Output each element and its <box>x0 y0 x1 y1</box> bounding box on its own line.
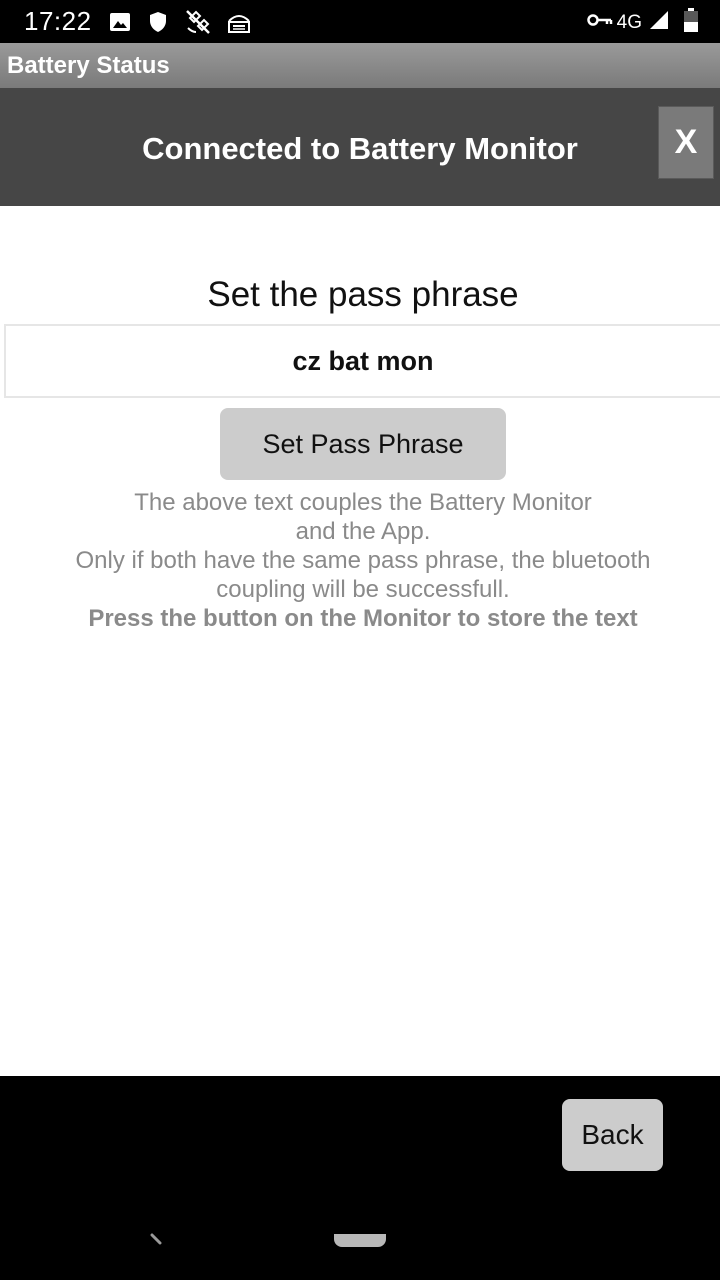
network-type: 4G <box>616 11 642 33</box>
info-line: and the App. <box>295 518 431 545</box>
status-bar: 17:22 4G <box>0 0 720 43</box>
info-line: The above text couples the Battery Monit… <box>134 489 592 516</box>
status-right: 4G <box>586 8 698 37</box>
satellite-off-icon <box>184 8 212 41</box>
app-titlebar: Battery Status <box>0 43 720 88</box>
nav-home-icon[interactable] <box>334 1234 386 1247</box>
connection-header: Connected to Battery Monitor <box>0 88 720 206</box>
ethernet-icon <box>226 9 252 40</box>
image-icon <box>108 10 132 39</box>
signal-icon <box>648 9 670 36</box>
close-button[interactable]: X <box>658 106 714 179</box>
nav-back-icon[interactable] <box>150 1232 162 1245</box>
passphrase-heading: Set the pass phrase <box>207 275 519 314</box>
connection-title: Connected to Battery Monitor <box>142 131 578 166</box>
passphrase-input[interactable]: cz bat mon <box>4 324 720 398</box>
back-button[interactable]: Back <box>562 1099 663 1171</box>
info-line: coupling will be successfull. <box>216 576 510 603</box>
info-instruction: Press the button on the Monitor to store… <box>88 605 638 632</box>
app-title: Battery Status <box>7 52 170 79</box>
battery-icon <box>684 8 698 37</box>
screen: 17:22 4G Battery Status Connected to Bat… <box>0 0 720 1280</box>
info-text: The above text couples the Battery Monit… <box>0 488 720 633</box>
status-left-icons <box>108 8 252 41</box>
shield-icon <box>146 10 170 39</box>
set-passphrase-button[interactable]: Set Pass Phrase <box>220 408 506 480</box>
info-line: Only if both have the same pass phrase, … <box>75 547 651 574</box>
vpn-key-icon <box>586 11 613 34</box>
status-time: 17:22 <box>24 6 92 36</box>
